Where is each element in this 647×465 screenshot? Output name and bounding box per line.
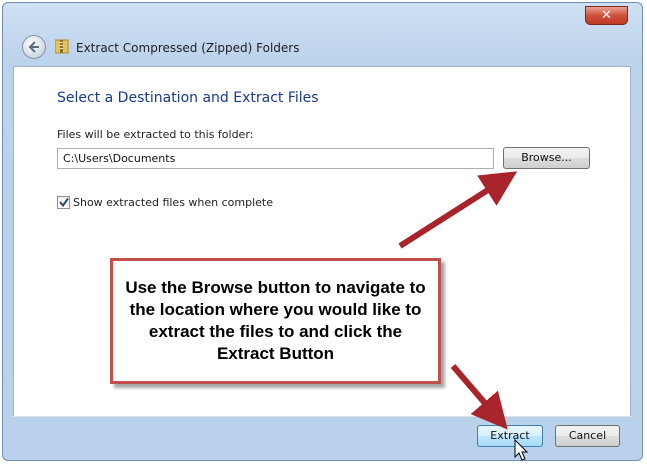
arrow-to-extract xyxy=(450,364,508,430)
mouse-cursor-icon xyxy=(514,438,529,461)
annotation-overlay xyxy=(398,171,529,461)
arrow-to-browse xyxy=(398,171,518,249)
